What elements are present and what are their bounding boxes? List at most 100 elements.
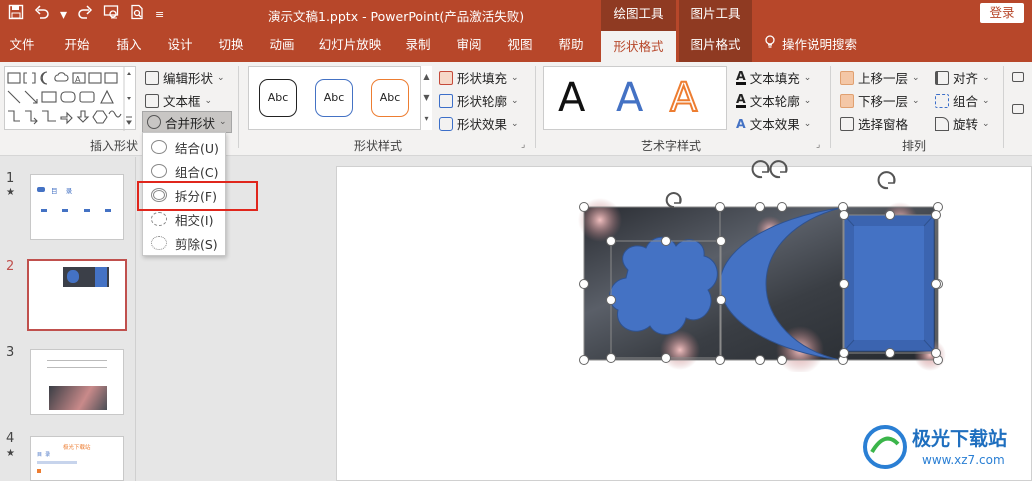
slide-number: 2 bbox=[6, 259, 15, 274]
union-icon bbox=[151, 140, 167, 154]
dialog-launcher-icon[interactable]: ⌟ bbox=[521, 140, 525, 150]
quick-access-toolbar: ▾ ≡ bbox=[8, 4, 164, 25]
edit-shape-button[interactable]: 编辑形状 ⌄ bbox=[145, 68, 225, 87]
tab-design[interactable]: 设计 bbox=[163, 28, 197, 62]
shape-effects-button[interactable]: 形状效果 ⌄ bbox=[439, 114, 519, 133]
thumb-badge bbox=[37, 187, 45, 192]
pen-icon bbox=[439, 93, 453, 108]
context-header-drawing: 绘图工具 bbox=[601, 0, 676, 28]
rotate-icon bbox=[935, 116, 949, 131]
shape-icons: A bbox=[7, 67, 132, 131]
text-effects-label: 文本效果 bbox=[749, 117, 800, 132]
lightbulb-icon bbox=[764, 28, 776, 62]
style-preset-black[interactable]: Abc bbox=[259, 79, 297, 117]
text-fill-button[interactable]: A 文本填充 ⌄ bbox=[736, 68, 811, 87]
tab-animations[interactable]: 动画 bbox=[265, 28, 299, 62]
wordart-blue[interactable]: A bbox=[616, 73, 643, 123]
tell-me-search[interactable]: 操作说明搜索 bbox=[764, 28, 874, 62]
login-button[interactable]: 登录 bbox=[980, 3, 1024, 23]
size-height-icon[interactable] bbox=[1012, 72, 1024, 82]
text-outline-button[interactable]: A 文本轮廓 ⌄ bbox=[736, 91, 811, 110]
thumb-items bbox=[41, 209, 111, 213]
group-label-wordart: 艺术字样式 bbox=[641, 139, 702, 153]
selection-pane-button[interactable]: 选择窗格 bbox=[840, 114, 908, 133]
thumb-bevel bbox=[95, 267, 107, 287]
wordart-orange-outline[interactable]: A bbox=[669, 73, 698, 123]
text-effects-button[interactable]: A 文本效果 ⌄ bbox=[736, 114, 811, 133]
wordart-black[interactable]: A bbox=[558, 73, 585, 123]
bring-forward-button[interactable]: 上移一层 ⌄ bbox=[840, 68, 920, 87]
align-button[interactable]: 对齐 ⌄ bbox=[935, 68, 990, 87]
slide-number: 1 bbox=[6, 171, 15, 186]
shapes-gallery[interactable]: A bbox=[4, 66, 136, 131]
redo-icon[interactable] bbox=[77, 4, 93, 25]
menu-item-label: 相交(I) bbox=[175, 212, 214, 228]
merge-shapes-icon bbox=[147, 115, 161, 129]
tab-file[interactable]: 文件 bbox=[6, 28, 38, 62]
shape-effects-label: 形状效果 bbox=[457, 117, 508, 132]
shape-styles-gallery[interactable]: Abc Abc Abc bbox=[248, 66, 432, 130]
slide-thumbnail-2[interactable] bbox=[27, 259, 127, 331]
customize-icon[interactable]: ≡ bbox=[155, 6, 164, 24]
shape-outline-button[interactable]: 形状轮廓 ⌄ bbox=[439, 91, 519, 110]
tab-view[interactable]: 视图 bbox=[503, 28, 537, 62]
send-backward-button[interactable]: 下移一层 ⌄ bbox=[840, 91, 920, 110]
slide-thumbnail-3[interactable] bbox=[30, 349, 124, 415]
selected-objects[interactable] bbox=[570, 160, 950, 372]
shape-effects-icon bbox=[439, 116, 453, 131]
chevron-down-icon: ⌄ bbox=[217, 72, 225, 83]
context-header-picture: 图片工具 bbox=[679, 0, 752, 28]
rotate-button[interactable]: 旋转 ⌄ bbox=[935, 114, 990, 133]
size-width-icon[interactable] bbox=[1012, 104, 1024, 114]
align-label: 对齐 bbox=[953, 71, 979, 86]
wordart-gallery[interactable]: A A A bbox=[543, 66, 727, 130]
shape-fill-button[interactable]: 形状填充 ⌄ bbox=[439, 68, 519, 87]
ribbon-tabs: 文件 开始 插入 设计 切换 动画 幻灯片放映 录制 审阅 视图 帮助 形状格式… bbox=[0, 28, 1032, 62]
chevron-down-icon: ⌄ bbox=[803, 72, 812, 83]
tab-review[interactable]: 审阅 bbox=[452, 28, 486, 62]
tab-home[interactable]: 开始 bbox=[60, 28, 94, 62]
watermark-url: www.xz7.com bbox=[922, 453, 1005, 467]
rotate-handle-icon[interactable] bbox=[665, 160, 896, 209]
tab-shape-format[interactable]: 形状格式 bbox=[601, 31, 676, 62]
group-separator bbox=[1003, 66, 1004, 148]
chevron-down-icon: ⌄ bbox=[982, 95, 990, 106]
group-button[interactable]: 组合 ⌄ bbox=[935, 91, 990, 110]
menu-item-union[interactable]: 结合(U) bbox=[143, 135, 225, 159]
bring-forward-label: 上移一层 bbox=[858, 71, 909, 86]
slide-thumbnail-4[interactable]: 极光下载站 目 录 bbox=[30, 436, 124, 481]
text-fill-icon: A bbox=[736, 68, 746, 85]
text-box-button[interactable]: 文本框 ⌄ bbox=[145, 91, 212, 110]
tab-picture-format[interactable]: 图片格式 bbox=[679, 28, 752, 62]
chevron-down-icon: ⌄ bbox=[511, 118, 519, 129]
menu-item-combine[interactable]: 组合(C) bbox=[143, 159, 225, 183]
tab-slideshow[interactable]: 幻灯片放映 bbox=[316, 28, 384, 62]
thumb-photo bbox=[49, 386, 107, 410]
menu-item-subtract[interactable]: 剪除(S) bbox=[143, 231, 225, 255]
undo-dropdown-icon[interactable]: ▾ bbox=[60, 6, 67, 24]
presenter-icon[interactable] bbox=[103, 4, 119, 25]
align-icon bbox=[935, 70, 949, 85]
selection-pane-label: 选择窗格 bbox=[858, 117, 909, 132]
save-icon[interactable] bbox=[8, 4, 24, 25]
tab-transitions[interactable]: 切换 bbox=[214, 28, 248, 62]
gallery-scroll[interactable]: ▲ ▼ ▾ bbox=[420, 66, 432, 130]
text-outline-label: 文本轮廓 bbox=[749, 94, 800, 109]
merge-shapes-button[interactable]: 合并形状 ⌄ bbox=[142, 111, 232, 133]
style-preset-orange[interactable]: Abc bbox=[371, 79, 409, 117]
send-backward-label: 下移一层 bbox=[858, 94, 909, 109]
dialog-launcher-icon[interactable]: ⌟ bbox=[816, 140, 820, 150]
style-preset-blue[interactable]: Abc bbox=[315, 79, 353, 117]
text-box-label: 文本框 bbox=[163, 94, 201, 109]
slide-thumbnail-1[interactable]: 目 录 bbox=[30, 174, 124, 240]
print-preview-icon[interactable] bbox=[129, 4, 145, 25]
tab-help[interactable]: 帮助 bbox=[554, 28, 588, 62]
undo-icon[interactable] bbox=[34, 4, 50, 25]
shape-fill-label: 形状填充 bbox=[457, 71, 508, 86]
combine-icon bbox=[151, 164, 167, 178]
text-effects-icon: A bbox=[736, 116, 746, 131]
chevron-down-icon: ⌄ bbox=[982, 72, 990, 83]
tab-insert[interactable]: 插入 bbox=[112, 28, 146, 62]
tab-record[interactable]: 录制 bbox=[401, 28, 435, 62]
subtract-icon bbox=[151, 236, 167, 250]
